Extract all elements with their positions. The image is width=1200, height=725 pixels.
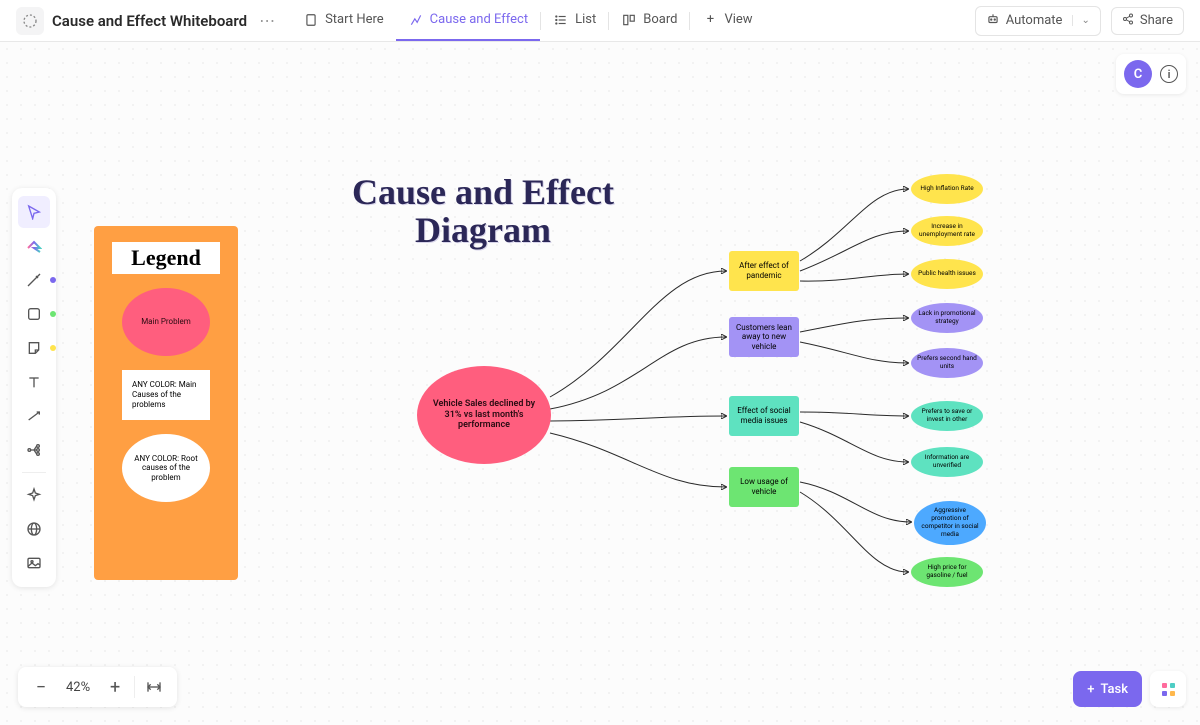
fit-width-button[interactable] — [135, 668, 173, 706]
top-bar: Cause and Effect Whiteboard ⋯ Start Here… — [0, 0, 1200, 42]
zoom-value[interactable]: 42% — [60, 680, 96, 695]
leaf-promo[interactable]: Lack in promotional strategy — [911, 303, 983, 333]
robot-icon — [986, 12, 1000, 30]
more-icon[interactable]: ⋯ — [255, 11, 279, 30]
bottom-right-controls: + Task — [1073, 671, 1186, 707]
legend-card[interactable]: Legend Main Problem ANY COLOR: Main Caus… — [94, 226, 238, 580]
doc-title[interactable]: Cause and Effect Whiteboard — [52, 12, 247, 30]
task-button[interactable]: + Task — [1073, 671, 1142, 707]
automate-button[interactable]: Automate ⌄ — [975, 6, 1101, 36]
tab-board[interactable]: Board — [609, 0, 689, 41]
tab-list[interactable]: List — [541, 0, 608, 41]
zoom-out-button[interactable]: − — [22, 668, 60, 706]
tab-start-here[interactable]: Start Here — [291, 0, 396, 41]
canvas[interactable]: C i — [0, 42, 1200, 725]
leaf-save[interactable]: Prefers to save or invest in other — [911, 401, 983, 431]
leaf-secondhand[interactable]: Prefers second hand units — [911, 348, 983, 378]
board-icon — [621, 12, 637, 28]
tab-add-view[interactable]: + View — [690, 0, 764, 41]
leaf-unverified[interactable]: Information are unverified — [911, 447, 983, 477]
share-button[interactable]: Share — [1111, 7, 1184, 35]
tab-label: Cause and Effect — [430, 12, 528, 27]
diagram-stage: Legend Main Problem ANY COLOR: Main Caus… — [0, 42, 1200, 725]
diagram-title[interactable]: Cause and Effect Diagram — [338, 174, 628, 250]
share-icon — [1122, 13, 1134, 29]
list-icon — [553, 12, 569, 28]
leaf-unemployment[interactable]: Increase in unemployment rate — [911, 216, 983, 246]
tab-cause-effect[interactable]: Cause and Effect — [396, 0, 540, 41]
zoom-bar: − 42% + — [18, 667, 177, 707]
doc-icon[interactable] — [16, 7, 44, 35]
zoom-in-button[interactable]: + — [96, 668, 134, 706]
leaf-competitor[interactable]: Aggressive promotion of competitor in so… — [914, 501, 986, 545]
plus-icon: + — [702, 12, 718, 28]
main-problem-node[interactable]: Vehicle Sales declined by 31% vs last mo… — [417, 366, 551, 464]
leaf-inflation[interactable]: High Inflation Rate — [911, 174, 983, 204]
legend-root-text: ANY COLOR: Root causes of the problem — [122, 434, 210, 502]
tab-label: Board — [643, 12, 677, 27]
legend-main-problem: Main Problem — [122, 288, 210, 356]
cause-customers[interactable]: Customers lean away to new vehicle — [729, 317, 799, 357]
legend-title: Legend — [112, 242, 220, 274]
tab-label: List — [575, 12, 596, 27]
tab-label: Start Here — [325, 12, 384, 27]
plus-icon: + — [1087, 682, 1094, 697]
chevron-down-icon: ⌄ — [1072, 15, 1089, 26]
cause-social[interactable]: Effect of social media issues — [729, 396, 799, 436]
leaf-health[interactable]: Public health issues — [911, 259, 983, 289]
leaf-fuel[interactable]: High price for gasoline / fuel — [911, 557, 983, 587]
cause-pandemic[interactable]: After effect of pandemic — [729, 251, 799, 291]
cause-low-usage[interactable]: Low usage of vehicle — [729, 467, 799, 507]
automate-label: Automate — [1006, 13, 1063, 28]
share-label: Share — [1140, 13, 1173, 28]
task-label: Task — [1100, 682, 1128, 697]
diagram-icon — [408, 12, 424, 28]
apps-icon — [1162, 683, 1175, 696]
tab-label: View — [724, 12, 752, 27]
apps-button[interactable] — [1150, 671, 1186, 707]
legend-causes-text: ANY COLOR: Main Causes of the problems — [122, 370, 210, 420]
doc-page-icon — [303, 12, 319, 28]
tabs: Start Here Cause and Effect List Board +… — [291, 0, 764, 41]
